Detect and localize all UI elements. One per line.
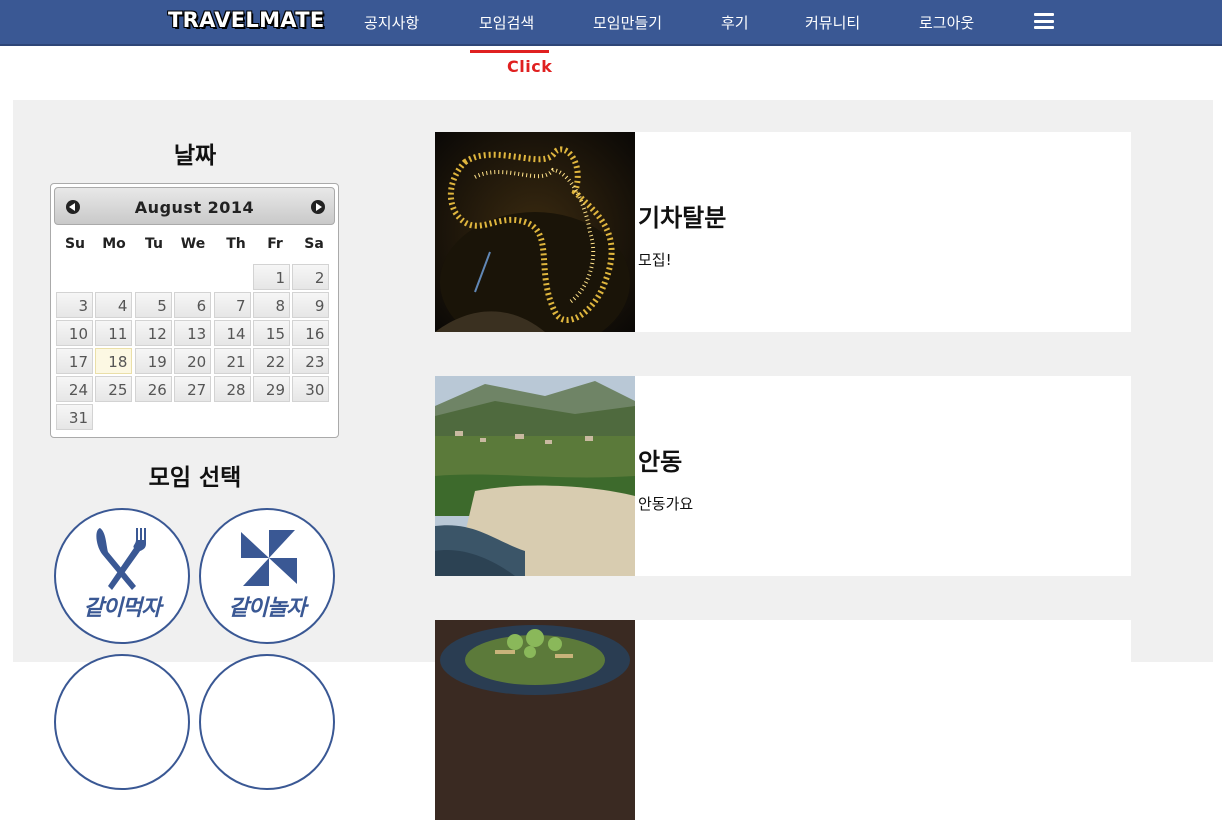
calendar-day[interactable]: 30 (292, 376, 330, 402)
weekday-header: Fr (267, 236, 283, 252)
calendar-day[interactable]: 24 (56, 376, 93, 402)
group-card[interactable]: 기차탈분 모집! (435, 132, 1131, 332)
weekday-header: Tu (145, 236, 163, 252)
calendar-day[interactable]: 28 (213, 376, 251, 402)
card-description: 안동가요 (638, 495, 694, 513)
weekday-header: Su (64, 236, 86, 252)
nav-item-community[interactable]: 커뮤니티 (805, 12, 860, 33)
weekday-header: Sa (304, 236, 324, 252)
calendar-day[interactable]: 17 (56, 348, 93, 374)
calendar-day[interactable]: 13 (174, 320, 212, 346)
group-card[interactable] (435, 620, 1131, 820)
calendar-day[interactable]: 22 (253, 348, 290, 374)
calendar-day[interactable]: 9 (292, 292, 330, 318)
card-title[interactable]: 기차탈분 (638, 198, 726, 233)
calendar-day[interactable]: 23 (292, 348, 330, 374)
calendar-day[interactable]: 7 (213, 292, 251, 318)
group-card[interactable]: 안동 안동가요 (435, 376, 1131, 576)
calendar-day[interactable]: 31 (56, 404, 93, 430)
nav-item-reviews[interactable]: 후기 (721, 12, 749, 33)
category-play-together-button[interactable]: 같이놀자 (199, 508, 335, 644)
card-description: 모집! (638, 251, 672, 269)
calendar-day[interactable]: 29 (253, 376, 290, 402)
calendar-day[interactable]: 14 (213, 320, 251, 346)
river-village-image[interactable] (435, 376, 635, 576)
click-annotation: Click (507, 57, 553, 76)
food-dish-image[interactable] (435, 620, 635, 820)
calendar-month-label: August 2014 (134, 198, 255, 217)
nav-item-notice[interactable]: 공지사항 (364, 12, 419, 33)
weekday-header: Th (226, 236, 246, 252)
calendar-header: August 2014 (54, 187, 335, 225)
date-picker-calendar: August 2014 Su Mo Tu We Th Fr Sa 1 2 3 4 5 6 7 8 9 10 11 1… (50, 183, 339, 438)
category-label: 같이놀자 (228, 596, 307, 621)
active-nav-indicator (470, 50, 549, 53)
calendar-day[interactable]: 2 (292, 264, 330, 290)
calendar-day[interactable]: 12 (134, 320, 172, 346)
nav-item-logout[interactable]: 로그아웃 (919, 12, 974, 33)
calendar-day[interactable]: 16 (292, 320, 330, 346)
calendar-day[interactable]: 5 (134, 292, 172, 318)
category-button-partial[interactable] (199, 654, 335, 790)
calendar-day[interactable]: 20 (174, 348, 212, 374)
category-eat-together-button[interactable]: 같이먹자 (54, 508, 190, 644)
calendar-day[interactable]: 4 (95, 292, 133, 318)
calendar-day[interactable]: 1 (253, 264, 290, 290)
calendar-day[interactable]: 27 (174, 376, 212, 402)
tunnel-lights-image[interactable] (435, 132, 635, 332)
next-month-icon[interactable] (311, 200, 325, 214)
hamburger-menu-icon[interactable] (1034, 13, 1054, 29)
calendar-day[interactable]: 26 (134, 376, 172, 402)
weekday-header: We (180, 236, 206, 252)
nav-item-group-search[interactable]: 모임검색 (479, 12, 534, 33)
category-section-title: 모임 선택 (148, 465, 242, 491)
calendar-day[interactable]: 3 (56, 292, 93, 318)
pinwheel-icon (241, 530, 297, 586)
category-label: 같이먹자 (83, 596, 162, 621)
calendar-day[interactable]: 6 (174, 292, 212, 318)
site-logo[interactable]: TRAVELMATE (168, 8, 325, 32)
calendar-day[interactable]: 10 (56, 320, 93, 346)
calendar-day[interactable]: 15 (253, 320, 290, 346)
calendar-day[interactable]: 25 (95, 376, 133, 402)
calendar-day[interactable]: 11 (95, 320, 133, 346)
calendar-day[interactable]: 8 (253, 292, 290, 318)
card-title[interactable]: 안동 (638, 442, 682, 477)
calendar-day-today[interactable]: 18 (95, 348, 133, 374)
calendar-day[interactable]: 21 (213, 348, 251, 374)
top-navbar: TRAVELMATE 공지사항 모임검색 모임만들기 후기 커뮤니티 로그아웃 (0, 0, 1222, 46)
weekday-header: Mo (102, 236, 126, 252)
fork-knife-icon (96, 528, 146, 590)
date-section-title: 날짜 (173, 143, 217, 169)
nav-item-create-group[interactable]: 모임만들기 (593, 12, 662, 33)
category-button-partial[interactable] (54, 654, 190, 790)
calendar-day[interactable]: 19 (134, 348, 172, 374)
